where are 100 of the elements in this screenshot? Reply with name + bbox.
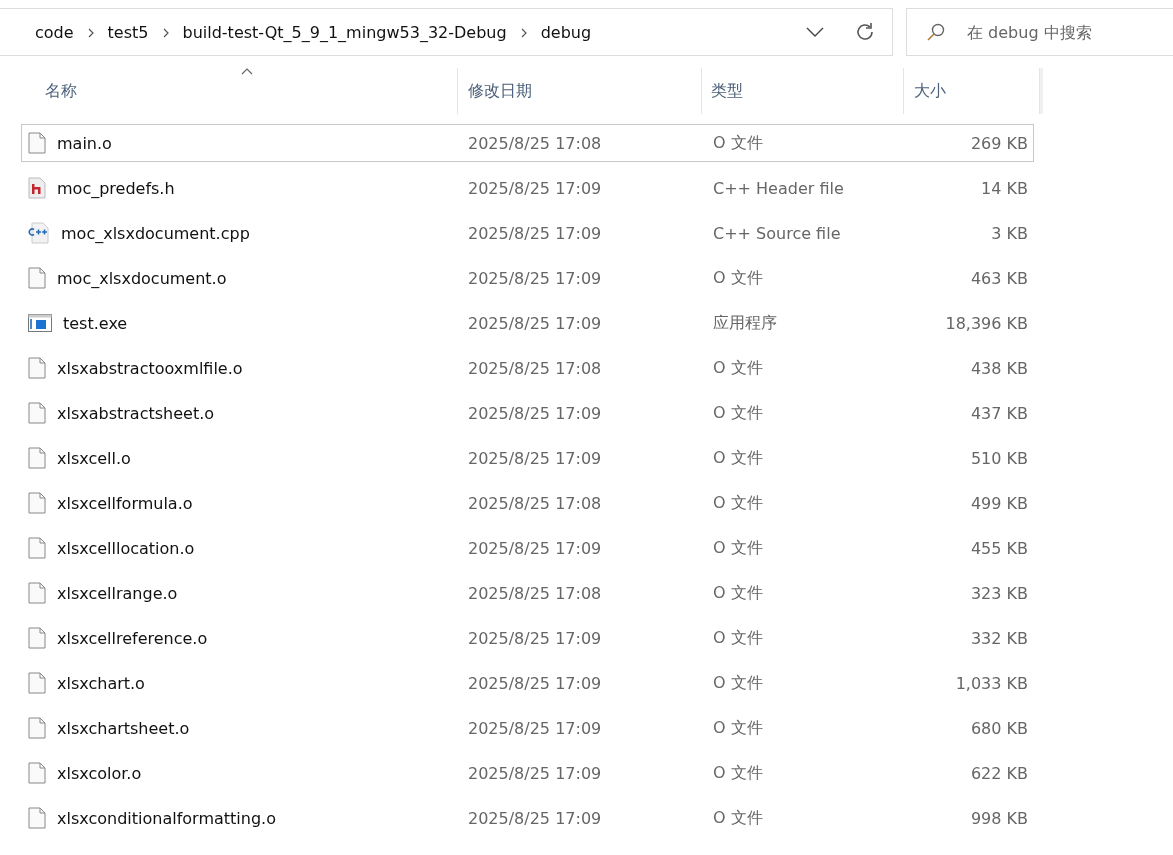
sort-up-icon <box>240 68 253 75</box>
document-icon <box>28 672 46 694</box>
modified-date: 2025/8/25 17:09 <box>467 268 603 288</box>
file-row[interactable]: xlsxchartsheet.o 2025/8/25 17:09 O 文件 680 KB <box>21 709 1034 747</box>
file-type: C++ Header file <box>712 178 845 198</box>
file-size: 323 KB <box>969 583 1029 603</box>
file-row[interactable]: moc_xlsxdocument.cpp 2025/8/25 17:09 C++ Source file 3 KB <box>21 214 1034 252</box>
refresh-icon[interactable] <box>854 21 876 43</box>
file-type: O 文件 <box>712 537 764 559</box>
file-size: 622 KB <box>969 763 1029 783</box>
file-size: 499 KB <box>969 493 1029 513</box>
file-type: O 文件 <box>712 627 764 649</box>
document-icon <box>28 357 46 379</box>
file-name: xlsxchart.o <box>57 673 145 693</box>
modified-date: 2025/8/25 17:09 <box>467 763 603 783</box>
file-row[interactable]: moc_predefs.h 2025/8/25 17:09 C++ Header file 14 KB <box>21 169 1034 207</box>
cpp-file-icon <box>28 222 50 244</box>
modified-date: 2025/8/25 17:09 <box>467 538 603 558</box>
file-type: O 文件 <box>712 132 764 154</box>
file-row[interactable]: xlsxcellformula.o 2025/8/25 17:08 O 文件 499 KB <box>21 484 1034 522</box>
file-type: C++ Source file <box>712 223 842 243</box>
file-name: xlsxcellrange.o <box>57 583 178 603</box>
file-row[interactable]: xlsxchart.o 2025/8/25 17:09 O 文件 1,033 KB <box>21 664 1034 702</box>
file-name: xlsxabstractooxmlfile.o <box>57 358 243 378</box>
file-name: xlsxabstractsheet.o <box>57 403 215 423</box>
file-type: O 文件 <box>712 717 764 739</box>
file-name: moc_xlsxdocument.o <box>57 268 227 288</box>
file-size: 998 KB <box>969 808 1029 828</box>
modified-date: 2025/8/25 17:08 <box>467 358 603 378</box>
modified-date: 2025/8/25 17:08 <box>467 583 603 603</box>
file-name: moc_predefs.h <box>57 178 175 198</box>
file-row[interactable]: xlsxabstractooxmlfile.o 2025/8/25 17:08 O 文件 438 KB <box>21 349 1034 387</box>
file-size: 14 KB <box>980 178 1029 198</box>
document-icon <box>28 402 46 424</box>
file-type: O 文件 <box>712 447 764 469</box>
modified-date: 2025/8/25 17:09 <box>467 718 603 738</box>
file-row[interactable]: main.o 2025/8/25 17:08 O 文件 269 KB <box>21 124 1034 162</box>
header-file-icon <box>28 177 46 199</box>
chevron-down-icon[interactable] <box>806 27 824 37</box>
file-size: 332 KB <box>969 628 1029 648</box>
document-icon <box>28 807 46 829</box>
document-icon <box>28 627 46 649</box>
column-header[interactable]: 名称 <box>0 68 458 114</box>
file-size: 269 KB <box>969 133 1029 153</box>
breadcrumb-item[interactable]: test5 <box>107 22 149 42</box>
file-row[interactable]: moc_xlsxdocument.o 2025/8/25 17:09 O 文件 463 KB <box>21 259 1034 297</box>
column-header[interactable]: 修改日期 <box>458 68 702 114</box>
file-name: xlsxchartsheet.o <box>57 718 190 738</box>
file-row[interactable]: xlsxconditionalformatting.o 2025/8/25 17:09 O 文件 998 KB <box>21 799 1034 837</box>
file-size: 438 KB <box>969 358 1029 378</box>
file-row[interactable]: xlsxcell.o 2025/8/25 17:09 O 文件 510 KB <box>21 439 1034 477</box>
breadcrumb-item[interactable]: code <box>35 22 74 42</box>
file-type: O 文件 <box>712 672 764 694</box>
file-type: O 文件 <box>712 807 764 829</box>
file-name: moc_xlsxdocument.cpp <box>61 223 250 243</box>
breadcrumb-item[interactable]: debug <box>540 22 592 42</box>
document-icon <box>28 447 46 469</box>
document-icon <box>28 492 46 514</box>
file-size: 3 KB <box>990 223 1029 243</box>
document-icon <box>28 717 46 739</box>
modified-date: 2025/8/25 17:09 <box>467 178 603 198</box>
file-type: O 文件 <box>712 357 764 379</box>
file-name: xlsxcellreference.o <box>57 628 208 648</box>
breadcrumb-item[interactable]: build-test-Qt_5_9_1_mingw53_32-Debug <box>182 22 507 42</box>
modified-date: 2025/8/25 17:09 <box>467 403 603 423</box>
search-field[interactable]: 在 debug 中搜索 <box>906 8 1173 56</box>
modified-date: 2025/8/25 17:09 <box>467 673 603 693</box>
file-row[interactable]: xlsxcellrange.o 2025/8/25 17:08 O 文件 323 KB <box>21 574 1034 612</box>
file-size: 510 KB <box>969 448 1029 468</box>
address-bar[interactable]: code test5 build-test-Qt_5_9_1_mingw53_32-Debug debug <box>0 8 893 56</box>
file-type: 应用程序 <box>712 312 778 334</box>
file-type: O 文件 <box>712 402 764 424</box>
file-size: 455 KB <box>969 538 1029 558</box>
file-name: xlsxconditionalformatting.o <box>57 808 276 828</box>
modified-date: 2025/8/25 17:09 <box>467 223 603 243</box>
document-icon <box>28 582 46 604</box>
modified-date: 2025/8/25 17:09 <box>467 628 603 648</box>
column-header[interactable]: 类型 <box>702 68 904 114</box>
document-icon <box>28 537 46 559</box>
file-name: xlsxcellformula.o <box>57 493 193 513</box>
file-size: 463 KB <box>969 268 1029 288</box>
modified-date: 2025/8/25 17:09 <box>467 448 603 468</box>
column-header[interactable]: 大小 <box>904 68 1040 114</box>
application-icon <box>28 314 52 332</box>
file-row[interactable]: xlsxcelllocation.o 2025/8/25 17:09 O 文件 455 KB <box>21 529 1034 567</box>
file-size: 680 KB <box>969 718 1029 738</box>
modified-date: 2025/8/25 17:09 <box>467 808 603 828</box>
file-row[interactable]: test.exe 2025/8/25 17:09 应用程序 18,396 KB <box>21 304 1034 342</box>
file-row[interactable]: xlsxabstractsheet.o 2025/8/25 17:09 O 文件 437 KB <box>21 394 1034 432</box>
file-name: main.o <box>57 133 112 153</box>
file-type: O 文件 <box>712 582 764 604</box>
file-row[interactable]: xlsxcolor.o 2025/8/25 17:09 O 文件 622 KB <box>21 754 1034 792</box>
file-name: test.exe <box>63 313 128 333</box>
file-name: xlsxcell.o <box>57 448 131 468</box>
file-type: O 文件 <box>712 267 764 289</box>
file-row[interactable]: xlsxcellreference.o 2025/8/25 17:09 O 文件 332 KB <box>21 619 1034 657</box>
search-icon <box>926 22 946 42</box>
document-icon <box>28 132 46 154</box>
modified-date: 2025/8/25 17:08 <box>467 133 603 153</box>
modified-date: 2025/8/25 17:08 <box>467 493 603 513</box>
